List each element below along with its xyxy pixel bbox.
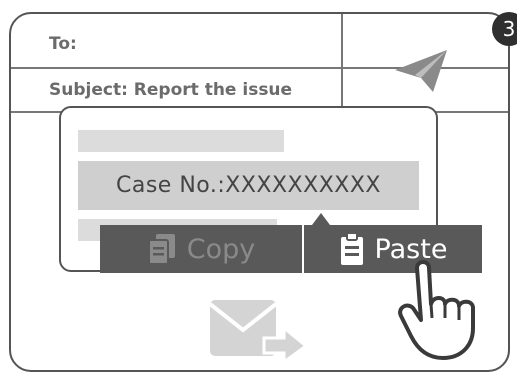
context-menu-caret (312, 213, 330, 225)
paste-icon (340, 232, 363, 265)
send-icon[interactable] (393, 48, 449, 94)
copy-icon (147, 234, 175, 265)
to-label: To: (49, 34, 77, 54)
mail-forward-icon (208, 300, 309, 364)
send-column-divider (341, 14, 343, 111)
text-placeholder-bar (78, 130, 284, 152)
hand-pointer-icon (398, 260, 475, 360)
copy-menu-item[interactable]: Copy (100, 225, 302, 273)
copy-label: Copy (186, 233, 256, 265)
subject-label: Subject: Report the issue (49, 80, 293, 100)
selected-case-number-text[interactable]: Case No.:XXXXXXXXXX (78, 161, 419, 210)
